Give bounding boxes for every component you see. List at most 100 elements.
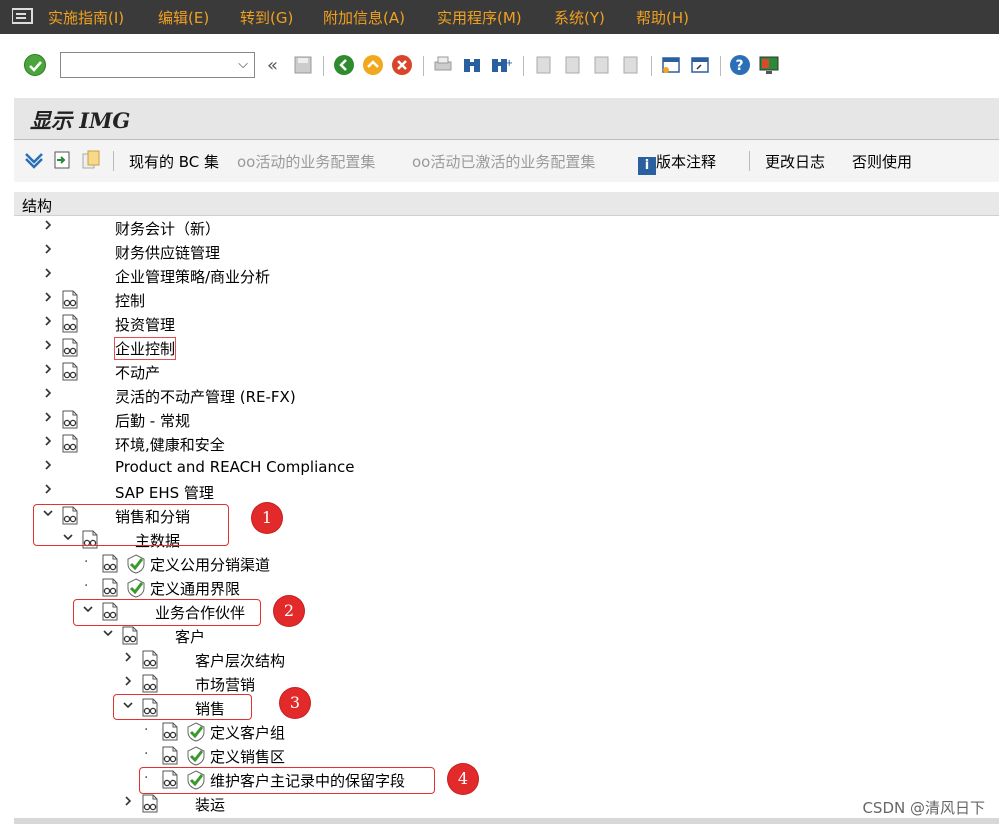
menu-implementation-guide[interactable]: 实施指南(I) xyxy=(48,7,124,28)
tree-node[interactable]: 客户层次结构 xyxy=(14,648,999,672)
documentation-icon[interactable] xyxy=(101,554,119,573)
chevron-right-icon[interactable] xyxy=(42,435,54,451)
menu-help[interactable]: 帮助(H) xyxy=(636,7,689,28)
command-field[interactable]: ⌵ xyxy=(60,52,255,78)
last-page-icon[interactable] xyxy=(619,54,641,76)
tree-node-label[interactable]: 财务会计（新） xyxy=(115,218,220,239)
chevron-right-icon[interactable] xyxy=(42,315,54,331)
tree-node-label[interactable]: 市场营销 xyxy=(195,674,255,695)
chevron-right-icon[interactable] xyxy=(42,243,54,259)
active-bc-set-button[interactable]: oo活动的业务配置集 xyxy=(237,151,375,172)
tree-node-label[interactable]: 灵活的不动产管理 (RE-FX) xyxy=(115,386,296,407)
back-double-icon[interactable]: « xyxy=(265,54,287,76)
tree-node[interactable]: 灵活的不动产管理 (RE-FX) xyxy=(14,384,999,408)
menu-utilities[interactable]: 实用程序(M) xyxy=(437,7,522,28)
next-page-icon[interactable] xyxy=(590,54,612,76)
tree-node-label[interactable]: 装运 xyxy=(195,794,225,815)
tree-node-label[interactable]: 客户 xyxy=(175,626,205,647)
tree-node-label[interactable]: 定义客户组 xyxy=(210,722,285,743)
tree-node[interactable]: 财务会计（新） xyxy=(14,216,999,240)
tree-node[interactable]: Product and REACH Compliance xyxy=(14,456,999,480)
tree-node[interactable]: · 定义客户组 xyxy=(14,720,999,744)
documentation-icon[interactable] xyxy=(141,794,159,813)
menu-system[interactable]: 系统(Y) xyxy=(554,7,605,28)
print-icon[interactable] xyxy=(432,54,454,76)
documentation-icon[interactable] xyxy=(61,338,79,357)
previous-page-icon[interactable] xyxy=(561,54,583,76)
cancel-icon[interactable] xyxy=(391,54,413,76)
menu-edit[interactable]: 编辑(E) xyxy=(158,7,209,28)
chevron-right-icon[interactable] xyxy=(122,675,134,691)
tree-node[interactable]: 企业管理策略/商业分析 xyxy=(14,264,999,288)
documentation-icon[interactable] xyxy=(141,650,159,669)
chevron-right-icon[interactable] xyxy=(122,651,134,667)
tree-node[interactable]: 不动产 xyxy=(14,360,999,384)
tree-node-label[interactable]: 控制 xyxy=(115,290,145,311)
tree-node-label[interactable]: 企业控制 xyxy=(113,337,177,360)
exit-icon[interactable] xyxy=(362,54,384,76)
chevron-down-icon[interactable] xyxy=(102,627,114,643)
tree-node[interactable]: · 定义公用分销渠道 xyxy=(14,552,999,576)
menu-goto[interactable]: 转到(G) xyxy=(240,7,293,28)
chevron-right-icon[interactable] xyxy=(42,339,54,355)
chevron-right-icon[interactable] xyxy=(122,795,134,811)
documentation-icon[interactable] xyxy=(101,578,119,597)
tree-node-label[interactable]: 后勤 - 常规 xyxy=(115,410,190,431)
tree-node-label[interactable]: Product and REACH Compliance xyxy=(115,458,354,476)
activated-bc-set-button[interactable]: oo活动已激活的业务配置集 xyxy=(412,151,595,172)
tree-node[interactable]: 控制 xyxy=(14,288,999,312)
documentation-icon[interactable] xyxy=(61,410,79,429)
tree-node-label[interactable]: 定义销售区 xyxy=(210,746,285,767)
documentation-icon[interactable] xyxy=(61,434,79,453)
layout-icon[interactable] xyxy=(758,54,780,76)
tree-node[interactable]: 市场营销 xyxy=(14,672,999,696)
sap-menu-icon[interactable] xyxy=(12,8,34,24)
help-icon[interactable]: ? xyxy=(729,54,751,76)
expand-all-icon[interactable] xyxy=(24,150,46,170)
chevron-right-icon[interactable] xyxy=(42,459,54,475)
tree-node-label[interactable]: 定义公用分销渠道 xyxy=(150,554,270,575)
copy-icon[interactable] xyxy=(80,150,102,170)
chevron-right-icon[interactable] xyxy=(42,387,54,403)
documentation-icon[interactable] xyxy=(61,362,79,381)
release-notes-button[interactable]: i 版本注释 xyxy=(638,151,716,175)
chevron-right-icon[interactable] xyxy=(42,363,54,379)
documentation-icon[interactable] xyxy=(161,722,179,741)
tree-node-label[interactable]: 环境,健康和安全 xyxy=(115,434,225,455)
chevron-right-icon[interactable] xyxy=(42,267,54,283)
tree-node[interactable]: 投资管理 xyxy=(14,312,999,336)
tree-node-label[interactable]: 不动产 xyxy=(115,362,160,383)
import-icon[interactable] xyxy=(52,150,74,170)
save-icon[interactable] xyxy=(292,54,314,76)
chevron-right-icon[interactable] xyxy=(42,411,54,427)
tree-node[interactable]: 后勤 - 常规 xyxy=(14,408,999,432)
back-icon[interactable] xyxy=(333,54,355,76)
tree-node-label[interactable]: 定义通用界限 xyxy=(150,578,240,599)
shortcut-icon[interactable] xyxy=(689,54,711,76)
first-page-icon[interactable] xyxy=(532,54,554,76)
tree-node-label[interactable]: 投资管理 xyxy=(115,314,175,335)
documentation-icon[interactable] xyxy=(121,626,139,645)
tree-node[interactable]: 客户 xyxy=(14,624,999,648)
find-icon[interactable] xyxy=(461,54,483,76)
menu-extras[interactable]: 附加信息(A) xyxy=(323,7,405,28)
documentation-icon[interactable] xyxy=(61,314,79,333)
ok-icon[interactable] xyxy=(24,54,46,76)
tree-node[interactable]: · 定义通用界限 xyxy=(14,576,999,600)
chevron-right-icon[interactable] xyxy=(42,291,54,307)
documentation-icon[interactable] xyxy=(141,674,159,693)
change-log-button[interactable]: 更改日志 xyxy=(765,151,825,172)
tree-node[interactable]: 装运 xyxy=(14,792,999,816)
chevron-right-icon[interactable] xyxy=(42,219,54,235)
bc-set-button[interactable]: 现有的 BC 集 xyxy=(129,151,219,172)
tree-node[interactable]: 财务供应链管理 xyxy=(14,240,999,264)
tree-node-label[interactable]: 财务供应链管理 xyxy=(115,242,220,263)
tree-node[interactable]: 环境,健康和安全 xyxy=(14,432,999,456)
execute-activity-icon[interactable] xyxy=(126,578,146,598)
tree-node-label[interactable]: SAP EHS 管理 xyxy=(115,482,214,503)
execute-activity-icon[interactable] xyxy=(186,746,206,766)
usage-button[interactable]: 否则使用 xyxy=(852,151,912,172)
chevron-down-icon[interactable]: ⌵ xyxy=(238,57,248,72)
tree-node[interactable]: · 定义销售区 xyxy=(14,744,999,768)
chevron-right-icon[interactable] xyxy=(42,483,54,499)
